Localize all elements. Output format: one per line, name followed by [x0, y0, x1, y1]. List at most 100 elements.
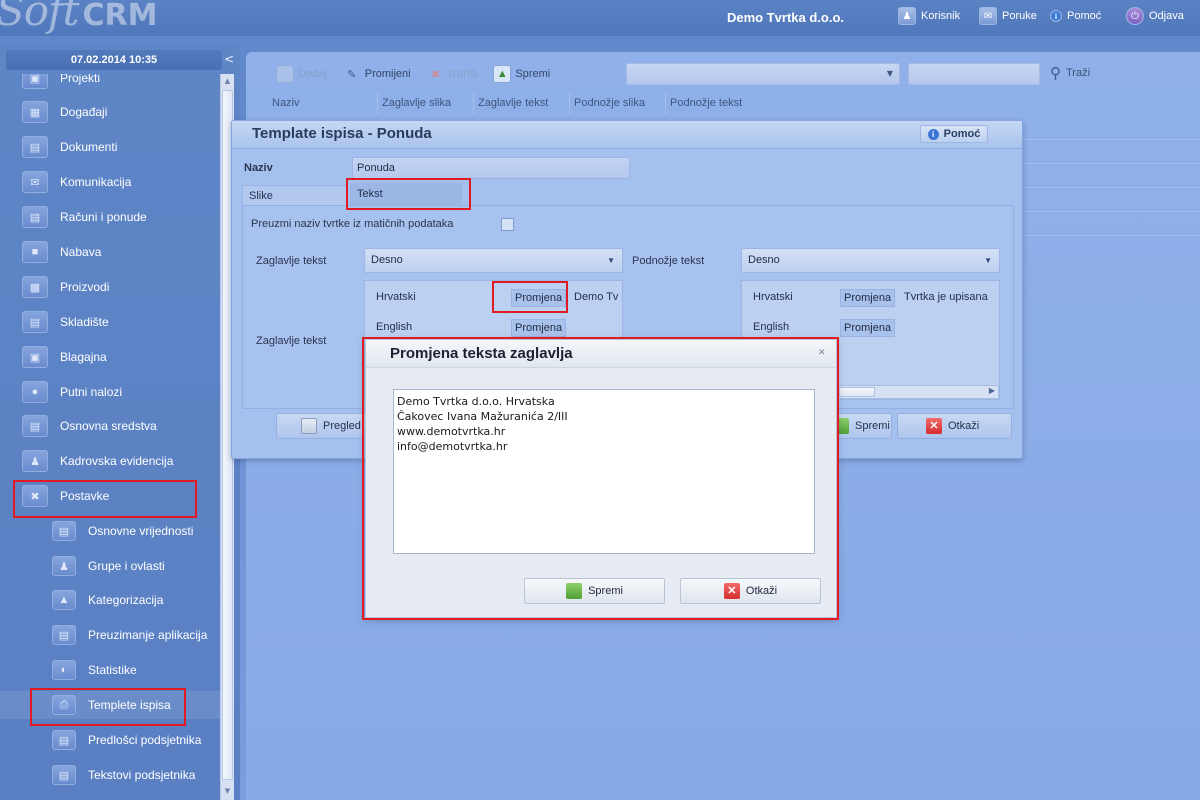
reminder-text-icon: ▤: [52, 765, 76, 785]
sidebar-item-blagajna[interactable]: ▣ Blagajna: [0, 343, 220, 371]
add-button[interactable]: Dodaj: [276, 65, 327, 83]
save-toolbar-button[interactable]: ▲ Spremi: [493, 65, 550, 83]
change-footer-en-button[interactable]: Promjena: [840, 319, 896, 337]
delete-icon: ✖: [431, 68, 441, 81]
sidebar-item-dogadaji[interactable]: ▦ Događaji: [0, 98, 220, 126]
header-text-label-2: Zaglavlje tekst: [256, 335, 327, 347]
scroll-right-icon[interactable]: ▶: [989, 386, 995, 395]
edit-save-button[interactable]: Spremi: [524, 578, 665, 604]
sidebar-subitem-preuzimanje[interactable]: ▤ Preuzimanje aplikacija: [0, 621, 220, 649]
delete-button[interactable]: ✖ Izbriši: [427, 65, 477, 83]
sidebar-subitem-grupe[interactable]: ♟ Grupe i ovlasti: [0, 552, 220, 580]
search-icon: ⚲: [1050, 65, 1061, 82]
column-header[interactable]: Podnožje tekst: [666, 92, 762, 114]
info-icon: i: [927, 128, 939, 140]
tab-slike[interactable]: Slike: [242, 185, 348, 205]
sidebar-item-racuni[interactable]: ▤ Računi i ponude: [0, 203, 220, 231]
search-button[interactable]: ⚲ Traži: [1050, 64, 1090, 82]
sidebar-subitem-osnovne-vrijednosti[interactable]: ▤ Osnovne vrijednosti: [0, 517, 220, 545]
sidebar-item-komunikacija[interactable]: ✉ Komunikacija: [0, 168, 220, 196]
help-button[interactable]: i Pomoć: [920, 125, 988, 143]
user-icon: ♟: [898, 7, 916, 25]
list-item: Hrvatski Promjena Tvrtka je upisana: [742, 289, 999, 311]
sidebar-item-nabava[interactable]: ■ Nabava: [0, 238, 220, 266]
procurement-icon: ■: [22, 241, 48, 263]
edit-dialog-title: Promjena teksta zaglavlja: [390, 345, 573, 362]
tab-tekst[interactable]: Tekst: [350, 183, 462, 205]
header-text-select[interactable]: Desno ▼: [364, 248, 623, 273]
chart-icon: ▲: [493, 65, 512, 83]
print-template-icon: ⎙: [52, 695, 76, 715]
invoices-icon: ▤: [22, 206, 48, 228]
text-line: Demo Tvrtka d.o.o. Hrvatska: [397, 395, 555, 408]
edit-dialog-header: Promjena teksta zaglavlja ✕: [366, 340, 836, 368]
topnav-help[interactable]: i Pomoć: [1050, 5, 1101, 27]
basic-values-icon: ▤: [52, 521, 76, 541]
topnav-logout[interactable]: ⏻ Odjava: [1126, 5, 1184, 27]
change-footer-hr-button[interactable]: Promjena: [840, 289, 896, 307]
sidebar-item-kadrovska[interactable]: ♟ Kadrovska evidencija: [0, 447, 220, 475]
text-line: www.demotvrtka.hr: [397, 425, 506, 438]
collapse-sidebar-button[interactable]: <: [224, 52, 234, 66]
documents-icon: ▤: [22, 136, 48, 158]
warehouse-icon: ▤: [22, 311, 48, 333]
add-icon: [276, 65, 294, 83]
footer-text-label: Podnožje tekst: [632, 255, 705, 267]
column-header[interactable]: Zaglavlje tekst: [474, 92, 570, 114]
take-company-checkbox[interactable]: [501, 218, 514, 231]
template-dialog-header: Template ispisa - Ponuda i Pomoć: [232, 121, 1022, 149]
events-icon: ▦: [22, 101, 48, 123]
sidebar-item-postavke[interactable]: ✖ Postavke: [0, 482, 220, 510]
name-field[interactable]: Ponuda: [352, 157, 630, 179]
groups-icon: ♟: [52, 556, 76, 576]
name-label: Naziv: [244, 162, 273, 174]
scroll-up-icon[interactable]: ▲: [221, 74, 234, 88]
grid-header: Naziv Zaglavlje slika Zaglavlje tekst Po…: [268, 92, 762, 114]
sidebar-item-putni-nalozi[interactable]: ● Putni nalozi: [0, 378, 220, 406]
list-item: English Promjena: [365, 319, 622, 341]
footer-hscroll-thumb[interactable]: [839, 387, 875, 397]
footer-text-select[interactable]: Desno ▼: [741, 248, 1000, 273]
app-logo: Soft CRM: [0, 0, 158, 35]
close-icon: ✕: [723, 583, 740, 599]
scroll-down-icon[interactable]: ▼: [221, 784, 234, 798]
sidebar-item-osnovna-sredstva[interactable]: ▤ Osnovna sredstva: [0, 412, 220, 440]
help-icon: i: [1050, 10, 1062, 22]
list-item: Hrvatski Promjena Demo Tv: [365, 289, 622, 311]
change-button[interactable]: ✎ Promijeni: [343, 65, 410, 83]
header-text-area[interactable]: Demo Tvrtka d.o.o. Hrvatska Čakovec Ivan…: [393, 389, 815, 554]
search-input[interactable]: [908, 63, 1040, 85]
edit-header-dialog: Promjena teksta zaglavlja ✕ Demo Tvrtka …: [365, 339, 837, 618]
column-header[interactable]: Zaglavlje slika: [378, 92, 474, 114]
template-cancel-button[interactable]: ✕ Otkaži: [897, 413, 1012, 439]
sidebar-item-skladiste[interactable]: ▤ Skladište: [0, 308, 220, 336]
cashbox-icon: ▣: [22, 346, 48, 368]
take-company-label: Preuzmi naziv tvrtke iz matičnih podatak…: [251, 218, 454, 230]
topnav-messages[interactable]: ✉ Poruke: [979, 5, 1037, 27]
list-item: English Promjena: [742, 319, 999, 341]
change-header-hr-button[interactable]: Promjena: [511, 289, 567, 307]
sidebar-subitem-kategorizacija[interactable]: ▲ Kategorizacija: [0, 586, 220, 614]
change-header-en-button[interactable]: Promjena: [511, 319, 567, 337]
sidebar-item-dokumenti[interactable]: ▤ Dokumenti: [0, 133, 220, 161]
projects-icon: ▣: [22, 74, 48, 89]
topnav-user[interactable]: ♟ Korisnik: [898, 5, 960, 27]
edit-cancel-button[interactable]: ✕ Otkaži: [680, 578, 821, 604]
header-text-label: Zaglavlje tekst: [256, 255, 327, 267]
column-header[interactable]: Podnožje slika: [570, 92, 666, 114]
sidebar-item-projekti[interactable]: ▣ Projekti: [0, 74, 220, 92]
sidebar-subitem-statistike[interactable]: ◐ Statistike: [0, 656, 220, 684]
filter-combobox[interactable]: ▼: [626, 63, 900, 85]
pencil-icon: ✎: [347, 68, 357, 81]
close-icon: ✕: [926, 418, 942, 434]
save-icon: [566, 583, 583, 599]
chevron-down-icon: ▼: [607, 256, 615, 265]
sidebar-subitem-predlosci[interactable]: ▤ Predlošci podsjetnika: [0, 726, 220, 754]
datetime-display: 07.02.2014 10:35: [6, 50, 222, 70]
sidebar-subitem-tekstovi[interactable]: ▤ Tekstovi podsjetnika: [0, 761, 220, 789]
print-icon: [301, 418, 317, 434]
close-icon[interactable]: ✕: [818, 348, 826, 358]
sidebar-subitem-templete-ispisa[interactable]: ⎙ Templete ispisa: [0, 691, 220, 719]
column-header[interactable]: Naziv: [268, 92, 378, 114]
sidebar-item-proizvodi[interactable]: ▩ Proizvodi: [0, 273, 220, 301]
